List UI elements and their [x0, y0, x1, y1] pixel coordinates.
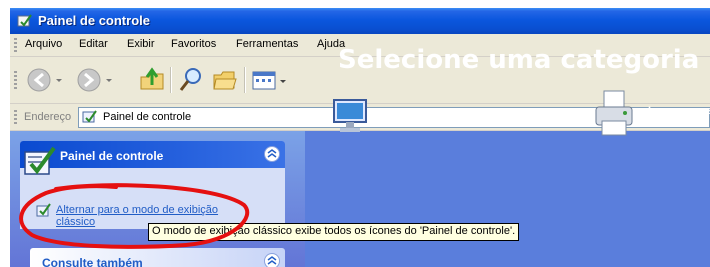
see-also-title[interactable]: Consulte também	[42, 256, 143, 267]
control-panel-icon	[82, 110, 97, 123]
address-grip[interactable]	[14, 110, 17, 124]
menu-editar[interactable]: Editar	[79, 38, 108, 50]
toolbar-grip[interactable]	[14, 71, 17, 89]
back-icon[interactable]	[24, 65, 66, 95]
toolbar-separator	[244, 67, 246, 93]
menu-exibir[interactable]: Exibir	[127, 38, 155, 50]
menu-ferramentas[interactable]: Ferramentas	[236, 38, 298, 50]
up-folder-icon[interactable]	[138, 65, 168, 95]
switch-view-icon	[36, 203, 51, 217]
folders-icon[interactable]	[210, 65, 240, 95]
window-title: Painel de controle	[38, 13, 150, 28]
chevron-up-icon	[267, 149, 277, 158]
address-value: Painel de controle	[103, 111, 192, 123]
chevron-up-icon	[267, 256, 277, 265]
section-title: Painel de controle	[60, 149, 164, 163]
appearance-category-icon[interactable]	[328, 92, 376, 140]
printers-hardware-label[interactable]: Impressoras e hardware	[648, 105, 710, 131]
address-label: Endereço	[24, 111, 72, 123]
control-panel-icon	[17, 14, 32, 27]
see-also-section: Consulte também	[30, 248, 285, 267]
toolbar-separator	[170, 67, 172, 93]
section-header[interactable]: Painel de controle	[20, 141, 285, 168]
content-area: Painel de controle Alternar para o modo …	[10, 131, 710, 267]
forward-icon[interactable]	[74, 65, 116, 95]
menu-grip[interactable]	[14, 38, 17, 52]
category-pane	[305, 131, 710, 267]
search-icon[interactable]	[176, 65, 206, 95]
views-icon[interactable]	[250, 65, 290, 95]
control-panel-large-icon	[24, 146, 56, 175]
printers-hardware-line2: hardware	[648, 118, 697, 130]
control-panel-section: Painel de controle Alternar para o modo …	[20, 141, 285, 229]
printers-hardware-line1: Impressoras e	[648, 105, 710, 117]
printers-hardware-icon[interactable]	[592, 89, 640, 139]
menu-favoritos[interactable]: Favoritos	[171, 38, 216, 50]
menu-arquivo[interactable]: Arquivo	[25, 38, 62, 50]
collapse-button[interactable]	[264, 146, 280, 162]
tooltip: O modo de exibição clássico exibe todos …	[148, 223, 520, 241]
page-heading: Selecione uma categoria	[338, 45, 700, 75]
title-bar[interactable]: Painel de controle	[10, 8, 710, 34]
collapse-button[interactable]	[264, 253, 280, 267]
